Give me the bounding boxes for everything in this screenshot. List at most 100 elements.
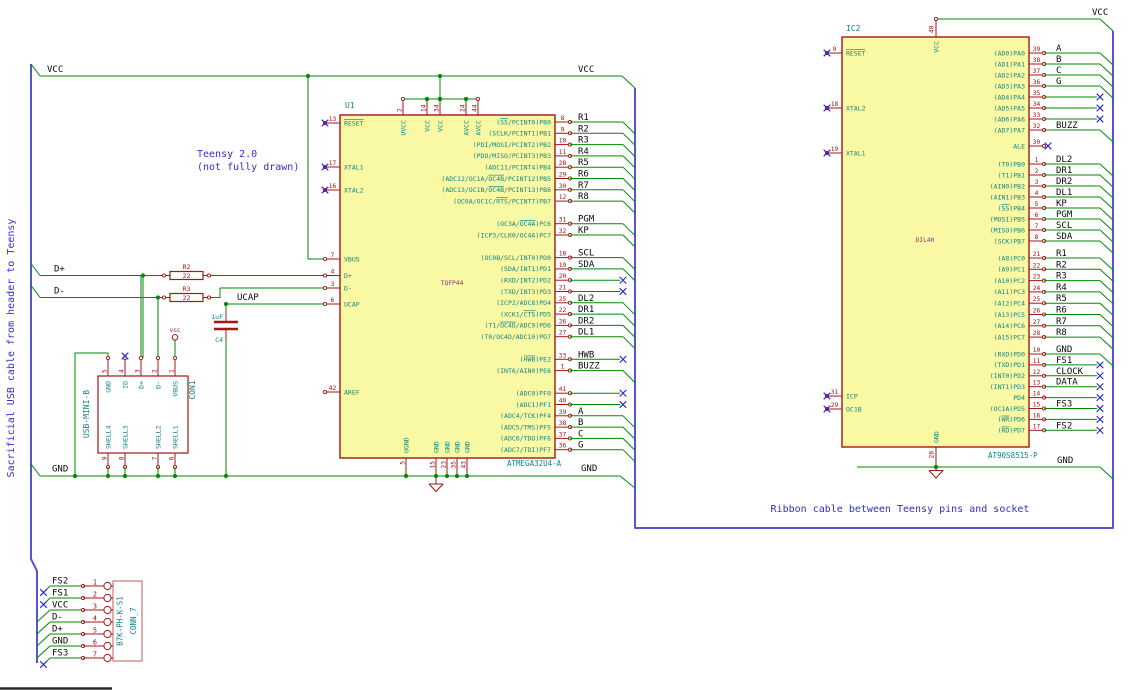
pin-end-circle: [206, 273, 212, 278]
pin-name: (AIN0)PB2: [990, 182, 1025, 190]
junction-dot: [155, 473, 161, 479]
pin-number: 16: [329, 183, 337, 190]
pin-number: 15: [430, 461, 437, 469]
value-label: 22: [183, 272, 191, 280]
pin-name: (A10)PC2: [994, 277, 1025, 285]
junction-dot: [223, 473, 229, 479]
pin-name: (WR)PD6: [998, 416, 1025, 424]
net-label: BUZZ: [1056, 121, 1078, 131]
pin-name: VBUS: [172, 381, 180, 397]
pin-name: UGND: [403, 437, 411, 453]
pin-name: (AD5)PA5: [994, 104, 1025, 112]
wire: [1099, 466, 1114, 480]
pin-number: 7: [331, 252, 335, 259]
schematic-canvas: U1 ATMEGA32U4-A TQFP44 13 RESET 17 XTAL1 16 XTAL…: [0, 0, 1131, 690]
pin-number: 33: [559, 352, 567, 359]
bus-entry: [622, 121, 636, 135]
pin-number: 43: [461, 461, 468, 469]
pin-number: 8: [119, 456, 126, 460]
pin-number: 24: [460, 104, 467, 112]
pin-name: (T0)PB0: [998, 160, 1025, 168]
net-label: FS3: [1056, 400, 1072, 410]
pin-end-circle: [161, 295, 167, 300]
net-label: R3: [1056, 272, 1067, 282]
bus-entry: [622, 449, 636, 463]
net-label: D+: [54, 265, 65, 275]
bus-entry: [622, 144, 636, 157]
wire: [30, 63, 41, 77]
pin-name: RESET: [846, 49, 866, 57]
pin-name: (A12)PC4: [994, 300, 1025, 308]
pin-end-circle: [475, 96, 481, 102]
pin-name: (RXD)PD0: [994, 350, 1025, 358]
net-label: R7: [578, 181, 589, 191]
pin-number: 4: [331, 269, 335, 276]
bus-entry: [1099, 257, 1114, 271]
pin-number: 34: [434, 104, 441, 112]
value-label: USB-MINI-B: [82, 390, 91, 438]
bus-entry: [622, 155, 636, 169]
pin-name: (A15)PC7: [994, 333, 1025, 341]
net-label: DR1: [578, 305, 594, 315]
pin-number: 13: [1033, 380, 1041, 387]
pin-name: (HWB)PE2: [520, 356, 551, 364]
bus-entry: [1099, 163, 1114, 177]
net-label: R2: [1056, 260, 1067, 270]
note-ribbon: Ribbon cable between Teensy pins and soc…: [771, 504, 1030, 515]
bus-entry: [622, 325, 636, 338]
pin-end-circle: [1041, 143, 1047, 149]
pin-end-circle: [172, 355, 178, 361]
pin-name: RESET: [344, 119, 364, 127]
net-label: C: [578, 429, 583, 439]
pin-name: GND: [433, 441, 441, 453]
pin-number: 4: [93, 615, 97, 623]
pin-name: (ICP2/ADC8)PD4: [496, 299, 551, 307]
pin-name: ID: [122, 381, 130, 389]
reference-label: R3: [183, 285, 191, 293]
net-label: DL2: [1056, 155, 1072, 165]
pin-number: 11: [1033, 358, 1041, 365]
pin-number: 37: [559, 431, 567, 438]
net-label: FS1: [1056, 356, 1072, 366]
net-label: GND: [52, 465, 68, 475]
pin-name: (ADC4/TCK)PF4: [500, 412, 551, 420]
pin-name: (INT6/AIN0)PE6: [496, 367, 551, 375]
pin-name: VBUS: [344, 255, 360, 263]
pin-number: 5: [102, 369, 109, 373]
pin-name: AREF: [344, 388, 360, 396]
bus-entry: [36, 633, 51, 647]
bus-entry: [1099, 336, 1114, 350]
note-sacrificial: Sacrificial USB cable from header to Tee…: [6, 219, 17, 478]
connector-pin-circle: [103, 617, 112, 627]
net-label: DATA: [1056, 378, 1078, 388]
pin-number: 37: [1033, 68, 1041, 75]
bus-entry: [1099, 129, 1114, 143]
pin-number: 22: [559, 307, 567, 314]
bus-entry: [36, 609, 51, 623]
pin-name: (AD0)PA0: [994, 49, 1025, 57]
pin-number: 29: [831, 402, 839, 409]
net-label: R2: [578, 124, 589, 134]
pin-end-circle: [933, 16, 939, 22]
net-label: SCL: [1056, 221, 1072, 231]
pin-name: D+: [138, 381, 146, 389]
net-label: UCAP: [237, 293, 259, 303]
pin-number: 30: [559, 183, 567, 190]
wire: [30, 463, 41, 477]
pin-name: (XCK1/CTS)PD5: [500, 310, 551, 318]
vcc-flag-label: vcc: [170, 327, 181, 334]
pin-name: (OC0A/OC1C/RTS/PCINT7)PB7: [453, 197, 551, 205]
bus-entry: [36, 621, 51, 635]
bus-entry: [622, 189, 636, 203]
connector-pin-circle: [103, 629, 112, 639]
pin-name: XTAL2: [846, 104, 866, 112]
net-label: DL2: [578, 294, 594, 304]
pin-number: 2: [1035, 168, 1039, 175]
pin-number: 6: [1035, 212, 1039, 219]
pin-number: 4: [119, 369, 126, 373]
pin-number: 21: [559, 285, 567, 292]
pin-number: 1: [169, 369, 176, 373]
pin-name: SHELL4: [105, 425, 113, 449]
pin-name: (OC3A/OC4A)PC6: [496, 220, 551, 228]
net-label: R4: [578, 147, 589, 157]
